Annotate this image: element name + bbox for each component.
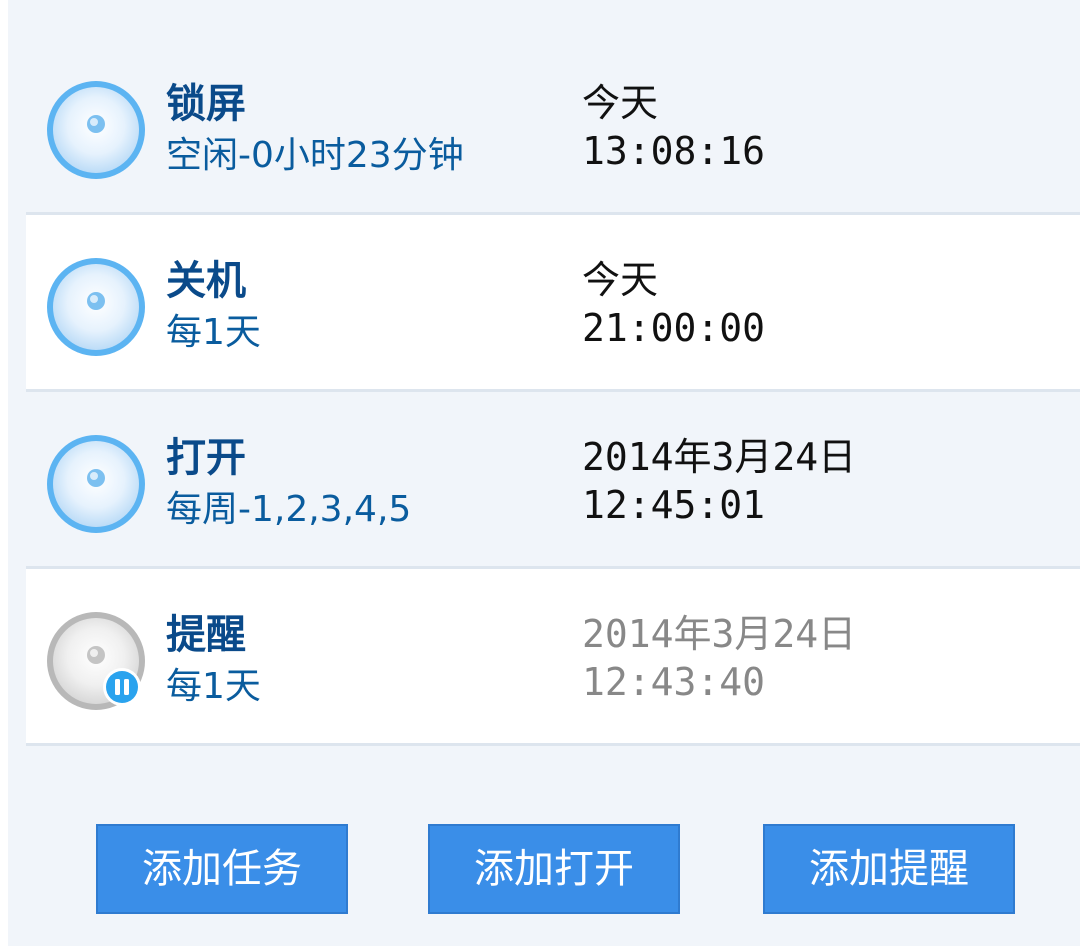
task-date: 今天 <box>582 258 659 302</box>
task-schedule: 每1天 <box>166 312 261 353</box>
task-row-reminder[interactable]: 提醒 每1天 2014年3月24日 12:43:40 <box>26 569 1080 746</box>
task-time: 21:00:00 <box>582 306 766 350</box>
disc-paused-icon[interactable] <box>44 609 148 713</box>
disc-active-icon[interactable] <box>44 255 148 359</box>
add-task-button[interactable]: 添加任务 <box>96 824 348 914</box>
task-row-lock-screen[interactable]: 锁屏 空闲-0小时23分钟 今天 13:08:16 <box>26 38 1080 215</box>
task-row-shutdown[interactable]: 关机 每1天 今天 21:00:00 <box>26 215 1080 392</box>
task-list: 锁屏 空闲-0小时23分钟 今天 13:08:16 关机 每1天 今天 21:0… <box>26 38 1080 762</box>
disc-active-icon[interactable] <box>44 78 148 182</box>
task-date: 今天 <box>582 81 659 125</box>
task-title: 锁屏 <box>166 81 246 127</box>
task-date: 2014年3月24日 <box>582 435 857 479</box>
task-time: 13:08:16 <box>582 129 766 173</box>
task-title: 关机 <box>166 258 246 304</box>
task-row-open[interactable]: 打开 每周-1,2,3,4,5 2014年3月24日 12:45:01 <box>26 392 1080 569</box>
task-time: 12:45:01 <box>582 483 766 527</box>
disc-active-icon[interactable] <box>44 432 148 536</box>
pause-badge-icon <box>103 668 141 706</box>
task-title: 打开 <box>166 435 246 481</box>
task-title: 提醒 <box>166 612 246 658</box>
task-schedule: 空闲-0小时23分钟 <box>166 135 464 176</box>
task-date: 2014年3月24日 <box>582 612 857 656</box>
task-schedule: 每周-1,2,3,4,5 <box>166 489 412 530</box>
task-schedule: 每1天 <box>166 666 261 707</box>
add-reminder-button[interactable]: 添加提醒 <box>763 824 1015 914</box>
task-time: 12:43:40 <box>582 660 766 704</box>
action-bar: 添加任务 添加打开 添加提醒 <box>8 824 1080 914</box>
add-open-button[interactable]: 添加打开 <box>428 824 680 914</box>
task-panel: 锁屏 空闲-0小时23分钟 今天 13:08:16 关机 每1天 今天 21:0… <box>8 0 1080 946</box>
